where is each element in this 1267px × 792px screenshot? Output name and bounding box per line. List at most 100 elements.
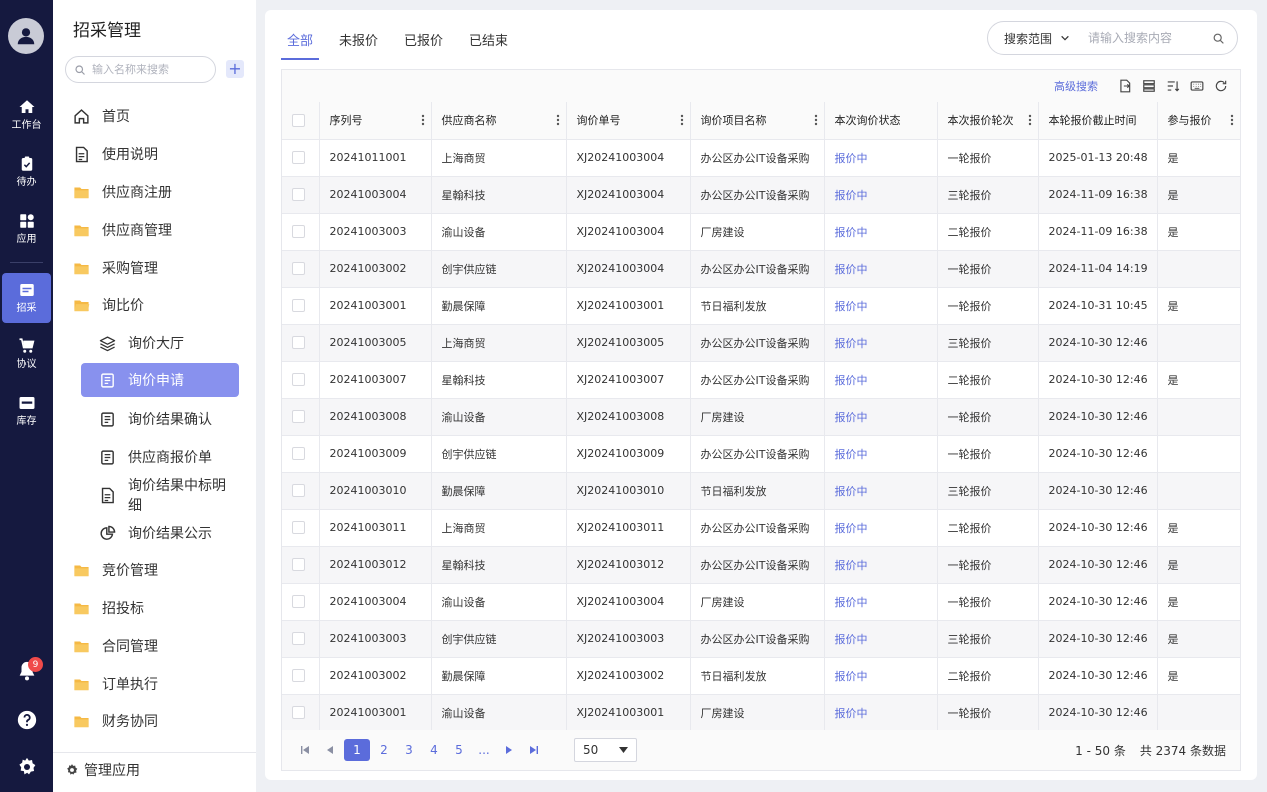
tab-ended[interactable]: 已结束 bbox=[463, 30, 514, 60]
menu-item-tender[interactable]: 招投标 bbox=[73, 591, 243, 625]
rail-item-procurement[interactable]: 招采 bbox=[2, 273, 51, 323]
columns-icon[interactable] bbox=[1142, 79, 1156, 93]
rail-item-apps[interactable]: 应用 bbox=[2, 204, 51, 254]
table-row[interactable]: 20241003009 创宇供应链 XJ20241003009 办公区办公IT设备采购… bbox=[282, 435, 1241, 473]
row-checkbox[interactable] bbox=[292, 558, 305, 572]
tab-unquoted[interactable]: 未报价 bbox=[333, 30, 384, 60]
table-row[interactable]: 20241003003 创宇供应链 XJ20241003003 办公区办公IT设备采购… bbox=[282, 620, 1241, 658]
column-menu-icon[interactable] bbox=[421, 114, 425, 126]
row-checkbox[interactable] bbox=[292, 373, 305, 387]
row-checkbox[interactable] bbox=[292, 336, 305, 350]
status-cell[interactable]: 报价中 bbox=[824, 398, 938, 436]
status-cell[interactable]: 报价中 bbox=[824, 324, 938, 362]
menu-item-finance[interactable]: 财务协同 bbox=[73, 704, 243, 738]
first-page-button[interactable] bbox=[294, 739, 316, 761]
status-cell[interactable]: 报价中 bbox=[824, 250, 938, 288]
menu-item-bid-detail[interactable]: 询价结果中标明细 bbox=[81, 478, 239, 514]
status-cell[interactable]: 报价中 bbox=[824, 176, 938, 214]
column-header-round[interactable]: 本次报价轮次 bbox=[937, 102, 1039, 140]
row-checkbox[interactable] bbox=[292, 151, 305, 165]
row-checkbox[interactable] bbox=[292, 299, 305, 313]
table-row[interactable]: 20241003003 渝山设备 XJ20241003004 厂房建设 报价中 二轮报价 2… bbox=[282, 213, 1241, 251]
avatar[interactable] bbox=[8, 18, 44, 54]
add-button[interactable]: + bbox=[226, 60, 244, 78]
menu-item-home[interactable]: 首页 bbox=[73, 99, 243, 133]
page-3-button[interactable]: 3 bbox=[398, 739, 420, 761]
column-menu-icon[interactable] bbox=[1028, 114, 1032, 126]
status-cell[interactable]: 报价中 bbox=[824, 472, 938, 510]
status-cell[interactable]: 报价中 bbox=[824, 657, 938, 695]
search-icon[interactable] bbox=[1212, 32, 1225, 45]
help-button[interactable] bbox=[0, 709, 53, 731]
table-row[interactable]: 20241003008 渝山设备 XJ20241003008 厂房建设 报价中 一轮报价 2… bbox=[282, 398, 1241, 436]
status-cell[interactable]: 报价中 bbox=[824, 213, 938, 251]
rail-item-workbench[interactable]: 工作台 bbox=[2, 90, 51, 140]
table-row[interactable]: 20241003004 渝山设备 XJ20241003004 厂房建设 报价中 一轮报价 2… bbox=[282, 583, 1241, 621]
status-cell[interactable]: 报价中 bbox=[824, 620, 938, 658]
table-row[interactable]: 20241003004 星翰科技 XJ20241003004 办公区办公IT设备采购报… bbox=[282, 176, 1241, 214]
page-1-button[interactable]: 1 bbox=[344, 739, 370, 761]
table-row[interactable]: 20241003012 星翰科技 XJ20241003012 办公区办公IT设备采购报… bbox=[282, 546, 1241, 584]
table-row[interactable]: 20241003001 渝山设备 XJ20241003001 厂房建设 报价中 一轮报价 2… bbox=[282, 694, 1241, 732]
page-4-button[interactable]: 4 bbox=[423, 739, 445, 761]
settings-button[interactable] bbox=[0, 756, 53, 778]
refresh-icon[interactable] bbox=[1214, 79, 1228, 93]
menu-item-result-publish[interactable]: 询价结果公示 bbox=[81, 516, 239, 550]
status-cell[interactable]: 报价中 bbox=[824, 287, 938, 325]
row-checkbox[interactable] bbox=[292, 225, 305, 239]
row-checkbox[interactable] bbox=[292, 447, 305, 461]
table-row[interactable]: 20241003010 勤晨保障 XJ20241003010 节日福利发放 报价中 三轮报… bbox=[282, 472, 1241, 510]
table-row[interactable]: 20241011001 上海商贸 XJ20241003004 办公区办公IT设备采购报… bbox=[282, 139, 1241, 177]
next-page-button[interactable] bbox=[498, 739, 520, 761]
last-page-button[interactable] bbox=[523, 739, 545, 761]
keyboard-icon[interactable] bbox=[1190, 79, 1204, 93]
row-checkbox[interactable] bbox=[292, 632, 305, 646]
sort-icon[interactable] bbox=[1166, 79, 1180, 93]
row-checkbox[interactable] bbox=[292, 669, 305, 683]
menu-item-supplier-manage[interactable]: 供应商管理 bbox=[73, 213, 243, 247]
select-all-checkbox[interactable] bbox=[292, 114, 305, 127]
menu-item-order[interactable]: 订单执行 bbox=[73, 667, 243, 701]
page-5-button[interactable]: 5 bbox=[448, 739, 470, 761]
menu-item-inquiry-confirm[interactable]: 询价结果确认 bbox=[81, 402, 239, 436]
page-2-button[interactable]: 2 bbox=[373, 739, 395, 761]
menu-item-supplier-register[interactable]: 供应商注册 bbox=[73, 175, 243, 209]
column-menu-icon[interactable] bbox=[680, 114, 684, 126]
manage-apps-button[interactable]: 管理应用 bbox=[65, 760, 140, 780]
column-header-supplier[interactable]: 供应商名称 bbox=[431, 102, 567, 140]
column-header-project[interactable]: 询价项目名称 bbox=[690, 102, 825, 140]
rail-item-inventory[interactable]: 库存 bbox=[2, 386, 51, 436]
export-icon[interactable] bbox=[1118, 79, 1132, 93]
menu-item-auction[interactable]: 竞价管理 bbox=[73, 553, 243, 587]
status-cell[interactable]: 报价中 bbox=[824, 361, 938, 399]
advanced-search-link[interactable]: 高级搜索 bbox=[1054, 78, 1098, 94]
status-cell[interactable]: 报价中 bbox=[824, 694, 938, 732]
row-checkbox[interactable] bbox=[292, 595, 305, 609]
column-header-status[interactable]: 本次询价状态 bbox=[824, 102, 938, 140]
status-cell[interactable]: 报价中 bbox=[824, 583, 938, 621]
row-checkbox[interactable] bbox=[292, 484, 305, 498]
menu-item-inquiry[interactable]: 询比价 bbox=[73, 288, 243, 322]
column-header-deadline[interactable]: 本轮报价截止时间 bbox=[1038, 102, 1158, 140]
column-header-serial[interactable]: 序列号 bbox=[319, 102, 432, 140]
menu-item-guide[interactable]: 使用说明 bbox=[73, 137, 243, 171]
menu-item-supplier-quote[interactable]: 供应商报价单 bbox=[81, 440, 239, 474]
menu-item-inquiry-apply[interactable]: 询价申请 bbox=[81, 363, 239, 397]
table-row[interactable]: 20241003002 创宇供应链 XJ20241003004 办公区办公IT设备采购… bbox=[282, 250, 1241, 288]
status-cell[interactable]: 报价中 bbox=[824, 435, 938, 473]
row-checkbox[interactable] bbox=[292, 706, 305, 720]
menu-item-inquiry-hall[interactable]: 询价大厅 bbox=[81, 326, 239, 360]
tab-all[interactable]: 全部 bbox=[281, 30, 320, 60]
search-input[interactable] bbox=[1088, 31, 1208, 45]
table-row[interactable]: 20241003002 勤晨保障 XJ20241003002 节日福利发放 报价中 二轮报… bbox=[282, 657, 1241, 695]
column-header-inquiry-no[interactable]: 询价单号 bbox=[566, 102, 691, 140]
tab-quoted[interactable]: 已报价 bbox=[398, 30, 449, 60]
table-row[interactable]: 20241003007 星翰科技 XJ20241003007 办公区办公IT设备采购报… bbox=[282, 361, 1241, 399]
prev-page-button[interactable] bbox=[319, 739, 341, 761]
column-menu-icon[interactable] bbox=[1230, 114, 1234, 126]
menu-search-input[interactable] bbox=[92, 63, 202, 76]
notifications-button[interactable] bbox=[0, 660, 53, 682]
menu-item-contract[interactable]: 合同管理 bbox=[73, 629, 243, 663]
table-row[interactable]: 20241003001 勤晨保障 XJ20241003001 节日福利发放 报价中 一轮报… bbox=[282, 287, 1241, 325]
row-checkbox[interactable] bbox=[292, 410, 305, 424]
